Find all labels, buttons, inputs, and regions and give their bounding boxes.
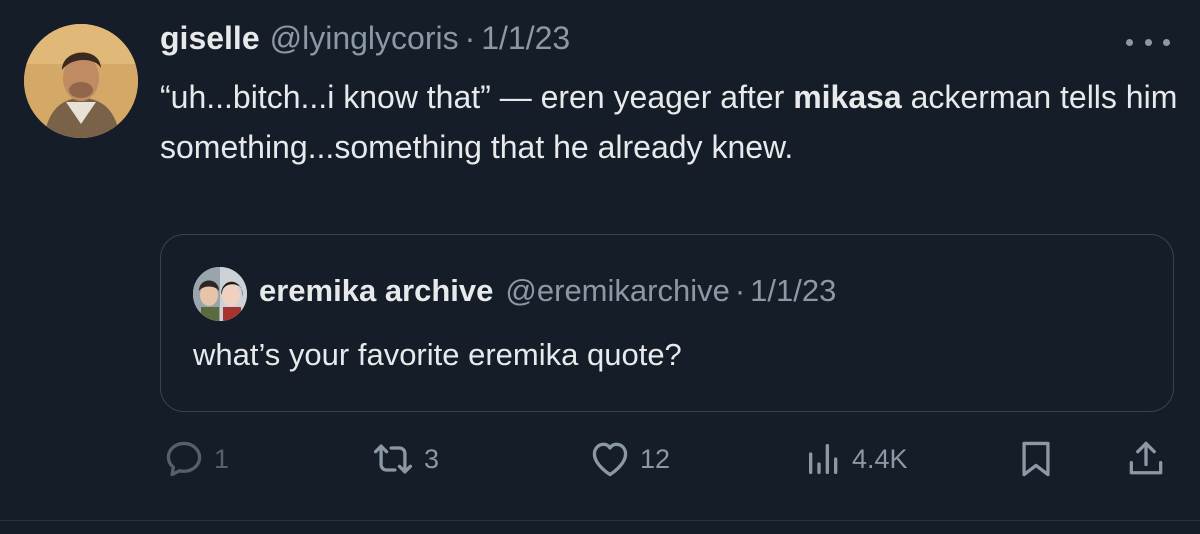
heart-icon xyxy=(592,442,628,477)
quote-author-handle[interactable]: @eremikarchive xyxy=(505,273,729,309)
reply-button[interactable]: 1 xyxy=(162,434,229,484)
reply-count: 1 xyxy=(214,443,230,474)
repost-count: 3 xyxy=(424,443,440,474)
bar-chart-icon xyxy=(809,444,838,474)
tweet-date[interactable]: 1/1/23 xyxy=(481,20,570,57)
author-handle[interactable]: @lyinglycoris xyxy=(270,20,459,57)
share-upload-icon xyxy=(1129,441,1163,475)
repost-button[interactable]: 3 xyxy=(370,434,439,484)
divider xyxy=(0,520,1200,521)
separator-dot: · xyxy=(464,20,476,56)
tweet-header: giselle @lyinglycoris · 1/1/23 xyxy=(160,20,570,66)
bookmark-button[interactable] xyxy=(1014,434,1058,484)
author-name[interactable]: giselle xyxy=(160,20,260,57)
share-button[interactable] xyxy=(1124,434,1168,484)
tweet-text-part: “uh...bitch...i know that” — eren yeager… xyxy=(160,79,794,115)
views-count: 4.4K xyxy=(852,443,908,474)
speech-bubble-icon xyxy=(166,441,202,477)
more-dots-icon[interactable] xyxy=(1126,32,1170,52)
quote-text: what’s your favorite eremika quote? xyxy=(193,337,682,372)
quote-header: eremika archive @eremikarchive · 1/1/23 xyxy=(259,273,836,309)
quote-author-name[interactable]: eremika archive xyxy=(259,273,493,309)
action-bar: 1 3 12 4.4K xyxy=(0,434,1200,484)
views-button[interactable]: 4.4K xyxy=(804,434,908,484)
separator-dot: · xyxy=(734,273,746,308)
tweet: giselle @lyinglycoris · 1/1/23 “uh...bit… xyxy=(0,0,1200,534)
tweet-text-bold: mikasa xyxy=(793,79,902,115)
tweet-text: “uh...bitch...i know that” — eren yeager… xyxy=(160,72,1180,172)
bookmark-icon xyxy=(1022,441,1050,477)
like-button[interactable]: 12 xyxy=(588,434,670,484)
quote-author-avatar[interactable] xyxy=(193,267,247,321)
repost-arrows-icon xyxy=(373,444,413,474)
author-avatar[interactable] xyxy=(24,24,138,138)
quoted-tweet[interactable]: eremika archive @eremikarchive · 1/1/23 … xyxy=(160,234,1174,412)
like-count: 12 xyxy=(640,443,671,474)
quote-date[interactable]: 1/1/23 xyxy=(750,273,836,309)
